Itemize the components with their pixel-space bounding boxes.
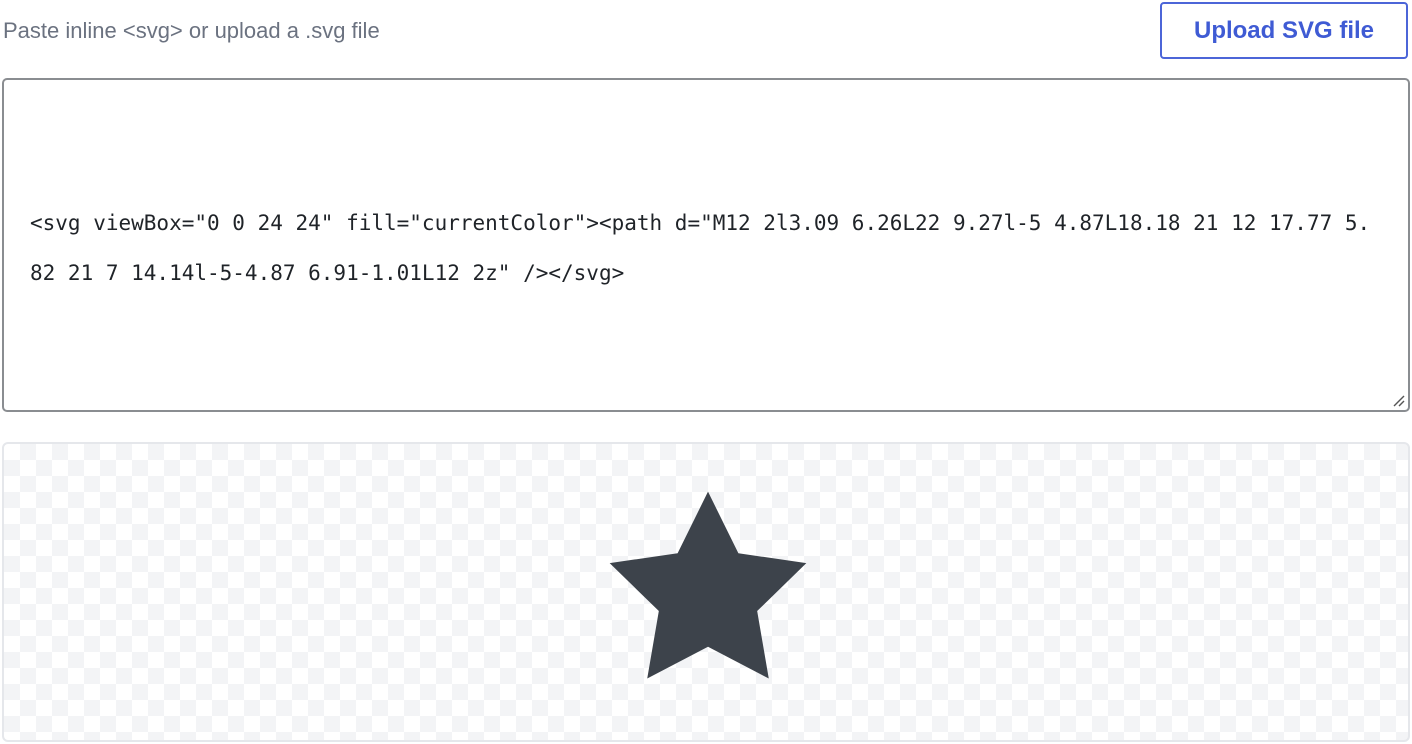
- svg-preview-page: Paste inline <svg> or upload a .svg file…: [0, 0, 1412, 744]
- svg-code-text: <svg viewBox="0 0 24 24" fill="currentCo…: [30, 211, 1371, 285]
- input-hint: Paste inline <svg> or upload a .svg file: [3, 18, 380, 43]
- svg-preview-panel: [2, 442, 1410, 742]
- resize-handle-icon[interactable]: [1391, 393, 1405, 407]
- svg-code-textarea[interactable]: <svg viewBox="0 0 24 24" fill="currentCo…: [2, 78, 1410, 412]
- star-icon: [609, 491, 807, 679]
- toolbar: Paste inline <svg> or upload a .svg file…: [0, 0, 1412, 64]
- upload-svg-button[interactable]: Upload SVG file: [1160, 2, 1408, 59]
